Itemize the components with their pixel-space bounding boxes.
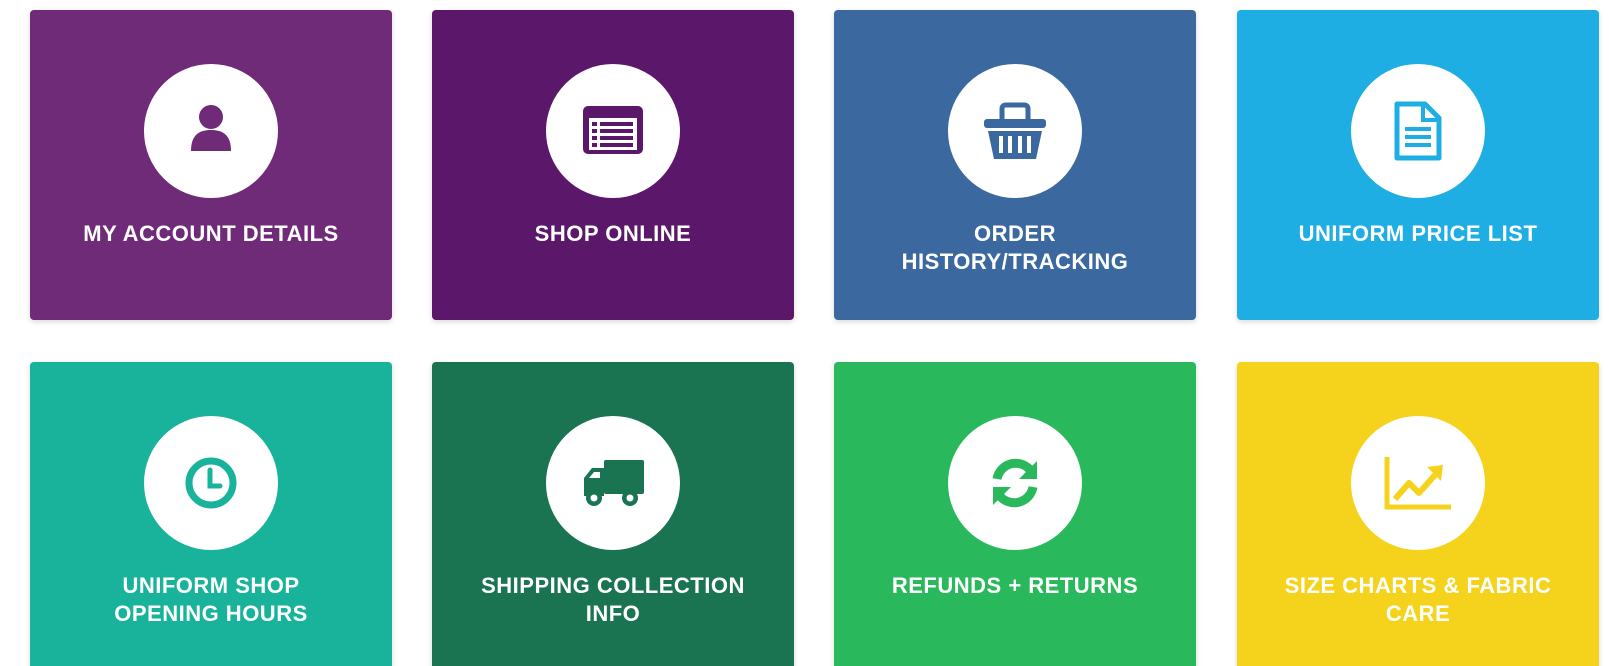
tile-label-line: ORDER [974,221,1056,246]
icon-circle [1351,416,1485,550]
chart-icon [1384,457,1451,510]
order-history-tracking-tile[interactable]: ORDER HISTORY/TRACKING [834,10,1196,320]
tile-label-line: OPENING HOURS [114,601,308,626]
refunds-returns-tile[interactable]: REFUNDS + RETURNS [834,362,1196,666]
icon-circle [144,64,278,198]
tile-label-line: MY ACCOUNT DETAILS [83,221,339,246]
tile-label: SHIPPING COLLECTION INFO [452,572,774,628]
tile-label-line: UNIFORM SHOP [122,573,300,598]
shipping-collection-info-tile[interactable]: SHIPPING COLLECTION INFO [432,362,794,666]
tile-label-line: SHOP ONLINE [534,221,692,246]
tile-label: ORDER HISTORY/TRACKING [854,220,1176,276]
product-list-icon [583,106,643,154]
shop-online-tile[interactable]: SHOP ONLINE [432,10,794,320]
tile-label-line: SHIPPING COLLECTION [481,573,745,598]
tile-label: SIZE CHARTS & FABRIC CARE [1257,572,1579,628]
tile-label: MY ACCOUNT DETAILS [50,220,372,248]
menu-tile-grid: MY ACCOUNT DETAILS SHOP ONLINE ORDER HIS… [0,0,1609,666]
icon-circle [144,416,278,550]
uniform-price-list-tile[interactable]: UNIFORM PRICE LIST [1237,10,1599,320]
tile-label: SHOP ONLINE [452,220,774,248]
icon-circle [546,416,680,550]
tile-label-line: HISTORY/TRACKING [901,249,1129,274]
tile-label: UNIFORM PRICE LIST [1257,220,1579,248]
tile-label-line: CARE [1385,601,1451,626]
basket-icon [984,102,1046,159]
icon-circle [546,64,680,198]
icon-circle [948,416,1082,550]
tile-label-line: SIZE CHARTS & FABRIC [1284,573,1552,598]
tile-label: REFUNDS + RETURNS [854,572,1176,600]
refresh-icon [992,458,1038,508]
user-icon [191,105,231,151]
size-charts-fabric-care-tile[interactable]: SIZE CHARTS & FABRIC CARE [1237,362,1599,666]
tile-label: UNIFORM SHOP OPENING HOURS [50,572,372,628]
icon-circle [1351,64,1485,198]
tile-label-line: INFO [585,601,641,626]
my-account-details-tile[interactable]: MY ACCOUNT DETAILS [30,10,392,320]
uniform-shop-opening-hours-tile[interactable]: UNIFORM SHOP OPENING HOURS [30,362,392,666]
tile-label-line: UNIFORM PRICE LIST [1298,221,1538,246]
tile-label-line: REFUNDS + RETURNS [891,573,1139,598]
truck-icon [584,460,644,506]
document-icon [1394,101,1442,161]
icon-circle [948,64,1082,198]
clock-icon [185,457,237,509]
